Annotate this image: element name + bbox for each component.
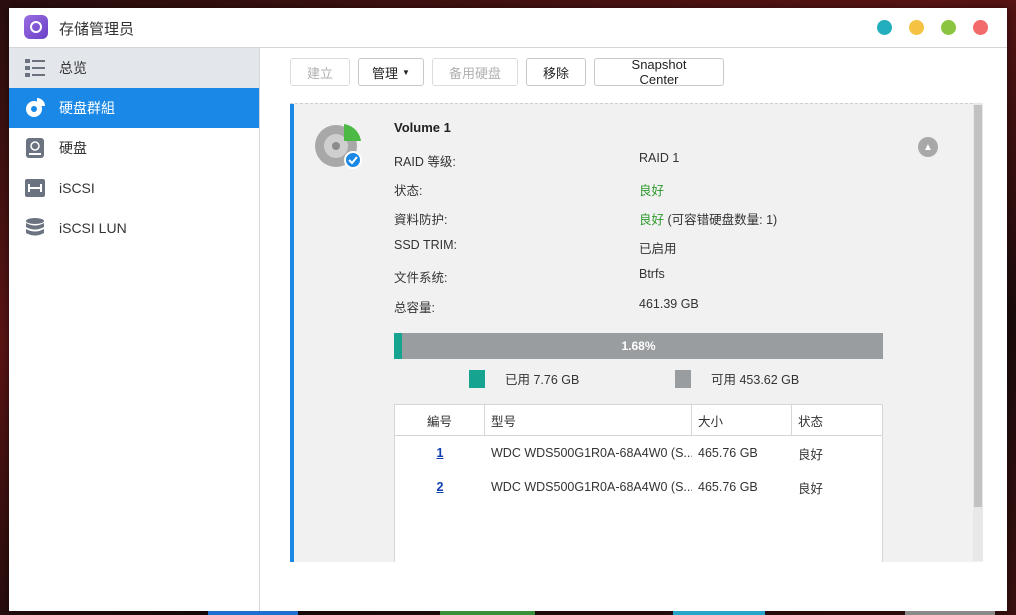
column-header-number[interactable]: 編号 xyxy=(395,405,485,435)
legend-used: 已用 7.76 GB xyxy=(469,369,579,388)
free-label: 可用 453.62 GB xyxy=(711,373,800,387)
usage-progress-bar: 1.68% xyxy=(394,333,883,359)
sidebar: 总览 硬盘群組 硬盘 iSCSI iSCSI LUN xyxy=(9,48,260,611)
dock-app-3[interactable] xyxy=(673,611,765,615)
table-header: 編号 型号 大小 状态 xyxy=(395,405,882,436)
column-header-model[interactable]: 型号 xyxy=(485,405,692,435)
sidebar-item-label: iSCSI LUN xyxy=(59,220,127,236)
create-button[interactable]: 建立 xyxy=(290,58,350,86)
column-header-status[interactable]: 状态 xyxy=(792,405,882,435)
ssd-trim-value: 已启用 xyxy=(639,242,677,256)
window-minimize-button[interactable] xyxy=(909,20,924,35)
database-icon xyxy=(25,218,45,238)
total-capacity-label: 总容量: xyxy=(394,301,435,315)
free-swatch xyxy=(675,369,691,388)
sidebar-item-label: iSCSI xyxy=(59,180,95,196)
volume-title: Volume 1 xyxy=(394,120,451,135)
hard-disk-icon xyxy=(25,138,45,158)
dock-app-1[interactable] xyxy=(208,611,298,615)
window-close-button[interactable] xyxy=(973,20,988,35)
sidebar-item-label: 硬盘群組 xyxy=(59,100,115,116)
sidebar-item-label: 硬盘 xyxy=(59,140,87,156)
dock-app-2[interactable] xyxy=(440,611,535,615)
filesystem-label: 文件系统: xyxy=(394,271,448,285)
disk-status-cell: 良好 xyxy=(798,481,824,496)
remove-button[interactable]: 移除 xyxy=(526,58,586,86)
disk-size-cell: 465.76 GB xyxy=(698,446,758,460)
status-value: 良好 xyxy=(639,184,665,198)
column-header-size[interactable]: 大小 xyxy=(692,405,792,435)
title-bar[interactable]: 存储管理员 xyxy=(9,8,1007,48)
sidebar-item-volume-groups[interactable]: 硬盘群組 xyxy=(9,88,259,128)
disk-model-cell: WDC WDS500G1R0A-68A4W0 (S... xyxy=(491,480,692,494)
pie-chart-icon xyxy=(25,98,45,118)
window-title: 存储管理员 xyxy=(59,21,135,38)
disk-number-link[interactable]: 2 xyxy=(437,480,444,494)
chevron-down-icon: ▼ xyxy=(402,67,410,77)
data-protection-label: 資料防护: xyxy=(394,213,448,227)
volume-detail-panel: Volume 1 ▲ RAID 等级: RAID 1 状态: 良好 資料防护: … xyxy=(290,103,983,562)
sidebar-item-disks[interactable]: 硬盘 xyxy=(9,128,259,168)
panel-accent-bar xyxy=(290,104,294,562)
main-content: 建立 管理 ▼ 备用硬盘 移除 Snapshot Center Volume 1… xyxy=(260,48,1007,611)
manage-dropdown-button[interactable]: 管理 ▼ xyxy=(358,58,424,86)
total-capacity-value: 461.39 GB xyxy=(639,297,699,311)
toolbar: 建立 管理 ▼ 备用硬盘 移除 Snapshot Center xyxy=(290,57,724,87)
list-icon xyxy=(25,58,45,78)
ssd-trim-label: SSD TRIM: xyxy=(394,238,457,252)
data-protection-status: 良好 xyxy=(639,213,665,227)
filesystem-value: Btrfs xyxy=(639,267,665,281)
dock-app-4[interactable] xyxy=(905,611,995,615)
spare-disk-button[interactable]: 备用硬盘 xyxy=(432,58,518,86)
table-row[interactable]: 1 WDC WDS500G1R0A-68A4W0 (S... 465.76 GB… xyxy=(395,436,882,470)
disk-number-cell: 1 xyxy=(395,436,485,470)
used-swatch xyxy=(469,369,485,388)
fault-tolerance-note: (可容错硬盘数量: 1) xyxy=(664,213,778,227)
window-info-button[interactable] xyxy=(877,20,892,35)
disk-status-cell: 良好 xyxy=(798,447,824,462)
status-label: 状态: xyxy=(394,184,423,198)
chevron-up-icon: ▲ xyxy=(923,141,933,153)
disk-number-link[interactable]: 1 xyxy=(437,446,444,460)
volume-disk-icon xyxy=(314,122,364,172)
disk-model-cell: WDC WDS500G1R0A-68A4W0 (S... xyxy=(491,446,692,460)
sidebar-item-label: 总览 xyxy=(59,60,87,76)
storage-manager-app-icon xyxy=(24,15,48,39)
used-label: 已用 7.76 GB xyxy=(505,373,580,387)
raid-level-value: RAID 1 xyxy=(639,151,680,165)
window-maximize-button[interactable] xyxy=(941,20,956,35)
legend-free: 可用 453.62 GB xyxy=(675,369,799,388)
panel-scrollbar[interactable] xyxy=(973,103,983,561)
disk-number-cell: 2 xyxy=(395,470,485,504)
collapse-button[interactable]: ▲ xyxy=(918,137,938,157)
raid-level-label: RAID 等级: xyxy=(394,155,456,169)
iscsi-icon xyxy=(25,178,45,198)
usage-percent-label: 1.68% xyxy=(621,339,656,353)
snapshot-center-button[interactable]: Snapshot Center xyxy=(594,57,724,87)
sidebar-item-overview[interactable]: 总览 xyxy=(9,48,259,88)
scrollbar-thumb[interactable] xyxy=(974,105,982,507)
disk-size-cell: 465.76 GB xyxy=(698,480,758,494)
storage-manager-window: 存储管理员 总览 硬盘群組 硬盘 iSCSI iSCSI LUN 建立 管理 ▼… xyxy=(9,8,1007,611)
disk-table: 編号 型号 大小 状态 1 WDC WDS500G1R0A-68A4W0 (S.… xyxy=(394,404,883,562)
sidebar-item-iscsi-lun[interactable]: iSCSI LUN xyxy=(9,208,259,248)
table-row[interactable]: 2 WDC WDS500G1R0A-68A4W0 (S... 465.76 GB… xyxy=(395,470,882,504)
manage-label: 管理 xyxy=(372,65,399,81)
sidebar-item-iscsi[interactable]: iSCSI xyxy=(9,168,259,208)
data-protection-value: 良好 (可容错硬盘数量: 1) xyxy=(639,209,777,228)
